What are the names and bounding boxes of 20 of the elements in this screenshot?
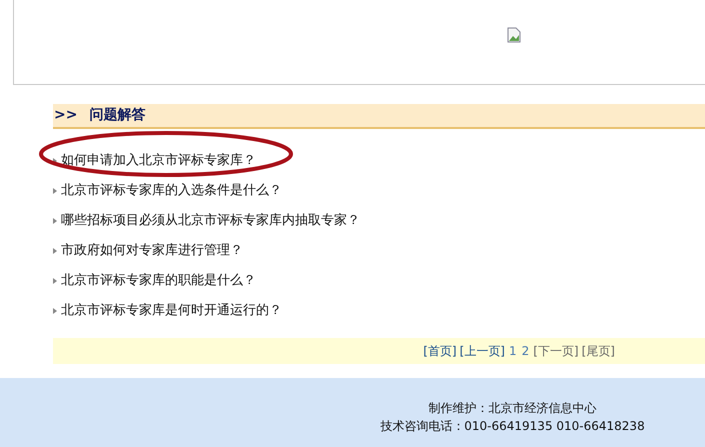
page-number[interactable]: 1	[508, 342, 518, 360]
section-title: 问题解答	[89, 106, 146, 125]
question-link[interactable]: 哪些招标项目必须从北京市评标专家库内抽取专家？	[61, 211, 360, 231]
broken-image-icon	[507, 27, 521, 43]
footer-text: 制作维护：北京市经济信息中心	[428, 400, 596, 417]
bullet-icon	[53, 188, 57, 194]
chevron-text: >>	[54, 106, 78, 125]
bullet-icon	[53, 218, 57, 224]
question-link[interactable]: 北京市评标专家库的职能是什么？	[61, 271, 256, 291]
bullet-icon	[53, 308, 57, 314]
footer-text: 技术咨询电话：010-66419135 010-66418238	[380, 418, 645, 435]
page-number[interactable]: 2	[520, 342, 530, 360]
question-link[interactable]: 市政府如何对专家库进行管理？	[61, 241, 243, 261]
bullet-icon	[53, 158, 57, 164]
pager-link[interactable]: [上一页]	[460, 342, 505, 360]
bullet-icon	[53, 278, 57, 284]
question-link[interactable]: 北京市评标专家库的入选条件是什么？	[61, 181, 282, 201]
bullet-icon	[53, 248, 57, 254]
question-link[interactable]: 北京市评标专家库是何时开通运行的？	[61, 301, 282, 321]
pager-link[interactable]: [首页]	[423, 342, 457, 360]
